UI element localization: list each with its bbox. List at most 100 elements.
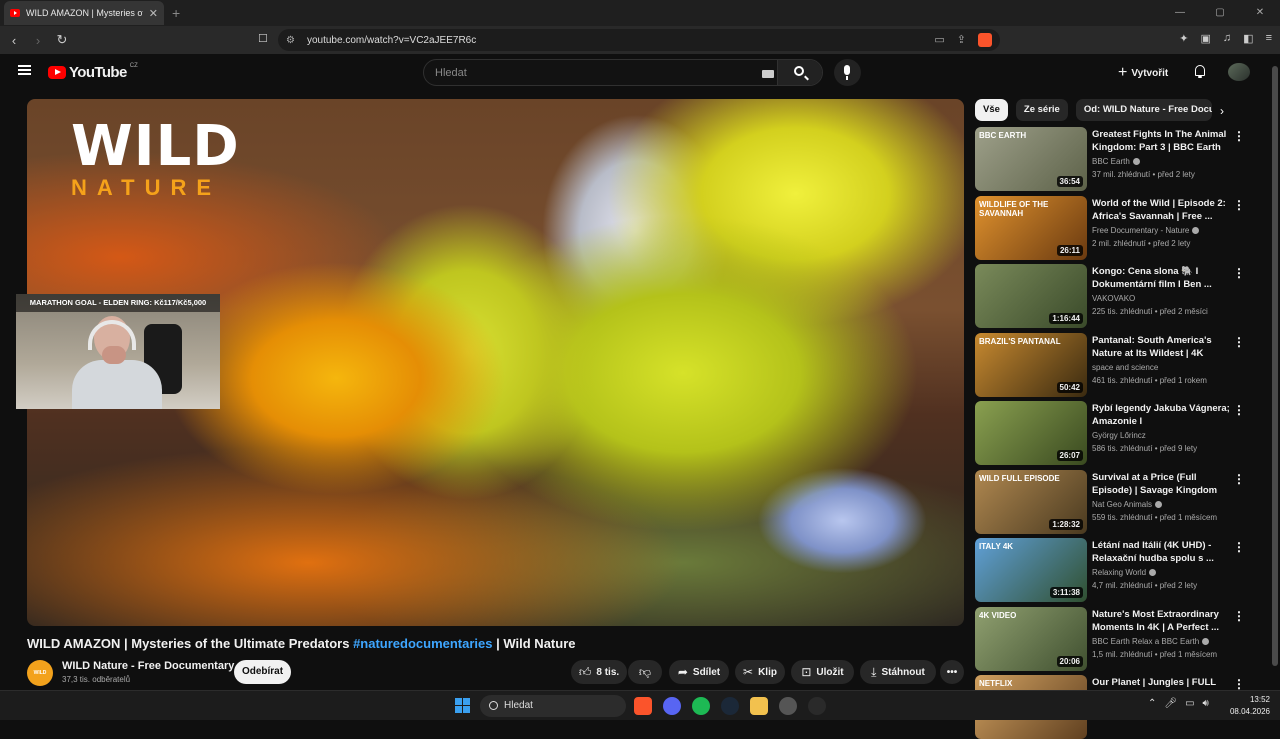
browser-menu-icon[interactable]: ≡	[1266, 32, 1272, 45]
video-thumbnail[interactable]: WILDLIFE OF THE SAVANNAH 26:11	[975, 195, 1087, 260]
recommendation-channel[interactable]: BBC Earth Relax a BBC Earth	[1092, 637, 1210, 646]
brave-app-icon[interactable]	[634, 697, 652, 715]
avatar[interactable]	[1228, 63, 1250, 81]
steam-app-icon[interactable]	[721, 697, 739, 715]
video-thumbnail[interactable]: BBC EARTH 36:54	[975, 127, 1087, 191]
new-tab-button[interactable]: +	[172, 5, 180, 21]
recommendation-item[interactable]: WILD FULL EPISODE 1:28:32 Survival at a Pr…	[975, 469, 1255, 534]
share-button[interactable]: ➦ Sdílet	[669, 660, 729, 684]
notifications-icon[interactable]	[1193, 64, 1207, 78]
chip-from-channel[interactable]: Od: WILD Nature - Free Documentary	[1075, 99, 1212, 121]
page-scrollbar[interactable]	[1270, 54, 1280, 690]
more-options-icon[interactable]: ⋮	[1233, 266, 1245, 280]
more-options-icon[interactable]: ⋮	[1233, 540, 1245, 554]
maximize-icon[interactable]: ▢	[1200, 0, 1240, 26]
save-button[interactable]: ⊡ Uložit	[791, 660, 854, 684]
volume-icon[interactable]: 🔊︎	[1203, 698, 1209, 709]
more-options-icon[interactable]: ⋮	[1233, 403, 1245, 417]
more-actions-button[interactable]: •••	[940, 660, 964, 684]
browser-tab[interactable]: WILD AMAZON | Mysteries of the ✕	[4, 1, 164, 25]
search-input[interactable]: Hledat	[435, 67, 467, 79]
recommendation-title[interactable]: Kongo: Cena slona 🐘 I Dokumentární film …	[1092, 265, 1230, 291]
recommendation-title[interactable]: Greatest Fights In The Animal Kingdom: P…	[1092, 128, 1230, 154]
video-thumbnail[interactable]: 1:16:44	[975, 264, 1087, 328]
keyboard-icon[interactable]	[762, 70, 774, 78]
recommendation-title[interactable]: Nature's Most Extraordinary Moments In 4…	[1092, 608, 1230, 634]
youtube-logo[interactable]: YouTube CZ	[48, 63, 138, 81]
recommendation-item[interactable]: WILDLIFE OF THE SAVANNAH 26:11 World of th…	[975, 195, 1255, 260]
recommendation-item[interactable]: 26:07 Rybí legendy Jakuba Vágnera; Amazon…	[975, 401, 1255, 465]
channel-name[interactable]: WILD Nature - Free Documentary	[62, 660, 234, 672]
minimize-icon[interactable]: —	[1160, 0, 1200, 26]
recommendation-item[interactable]: BRAZIL'S PANTANAL 50:42 Pantanal: South Am…	[975, 332, 1255, 397]
recommendation-channel[interactable]: space and science	[1092, 363, 1158, 372]
search-box[interactable]: Hledat	[423, 59, 823, 86]
recommendation-title[interactable]: Our Planet | Jungles | FULL	[1092, 676, 1230, 689]
chevron-right-icon[interactable]: ›	[1220, 104, 1224, 118]
recommendation-channel[interactable]: VAKOVAKO	[1092, 294, 1135, 303]
more-options-icon[interactable]: ⋮	[1233, 335, 1245, 349]
obs-app-icon[interactable]	[779, 697, 797, 715]
more-options-icon[interactable]: ⋮	[1233, 609, 1245, 623]
sidebar-icon[interactable]: ◧	[1243, 32, 1253, 45]
chip-series[interactable]: Ze série	[1015, 99, 1068, 121]
url-field[interactable]: ⚙ youtube.com/watch?v=VC2aJEE7R6c ▭ ⇪	[278, 29, 1000, 51]
discord-app-icon[interactable]	[663, 697, 681, 715]
taskbar-clock[interactable]: 13:52 08.04.2026	[1226, 694, 1270, 718]
wallet-icon[interactable]: ▣	[1201, 32, 1211, 45]
recommendation-title[interactable]: Rybí legendy Jakuba Vágnera; Amazonie I	[1092, 402, 1230, 428]
more-options-icon[interactable]: ⋮	[1233, 198, 1245, 212]
recommendation-channel[interactable]: BBC Earth	[1092, 157, 1140, 166]
cast-icon[interactable]: ▭	[934, 33, 944, 47]
site-info-icon[interactable]: ⚙	[286, 35, 295, 46]
back-icon[interactable]: ‹	[4, 33, 24, 48]
recommendation-channel[interactable]: György Lőrincz	[1092, 431, 1146, 440]
bookmark-icon[interactable]: ☐	[258, 32, 268, 45]
media-icon[interactable]: ♫	[1223, 32, 1231, 45]
share-page-icon[interactable]: ⇪	[957, 33, 966, 47]
subscribe-button[interactable]: Odebírat	[234, 660, 291, 684]
create-button[interactable]: + Vytvořit	[1118, 64, 1168, 82]
recommendation-item[interactable]: 4K VIDEO 20:06 Nature's Most Extraordinary…	[975, 606, 1255, 671]
windows-start-icon[interactable]	[455, 698, 470, 713]
download-button[interactable]: ⤓ Stáhnout	[860, 660, 936, 684]
forward-icon[interactable]: ›	[28, 33, 48, 48]
microphone-icon[interactable]: 🎤︎	[1164, 698, 1177, 709]
recommendation-title[interactable]: World of the Wild | Episode 2: Africa's …	[1092, 197, 1230, 223]
tray-chevron-icon[interactable]: ⌃	[1148, 698, 1156, 709]
recommendation-channel[interactable]: Free Documentary - Nature	[1092, 226, 1200, 235]
dislike-button[interactable]: 👎︎	[628, 660, 662, 684]
close-window-icon[interactable]: ✕	[1240, 0, 1280, 26]
recommendation-title[interactable]: Survival at a Price (Full Episode) | Sav…	[1092, 471, 1230, 498]
taskbar-search[interactable]: Hledat	[480, 695, 626, 717]
like-button[interactable]: 👍︎ 8 tis.	[571, 660, 627, 684]
chip-all[interactable]: Vše	[975, 99, 1008, 121]
extensions-icon[interactable]: ✦	[1179, 32, 1188, 45]
recommendation-item[interactable]: BBC EARTH 36:54 Greatest Fights In The Ani…	[975, 127, 1255, 191]
recommendation-title[interactable]: Pantanal: South America's Nature at Its …	[1092, 334, 1230, 361]
video-thumbnail[interactable]: 4K VIDEO 20:06	[975, 606, 1087, 671]
recommendation-channel[interactable]: Relaxing World	[1092, 568, 1157, 577]
close-tab-icon[interactable]: ✕	[149, 7, 158, 20]
channel-avatar[interactable]: WILD NATURE	[27, 660, 53, 702]
network-icon[interactable]: ▭	[1185, 698, 1194, 709]
video-thumbnail[interactable]: ITALY 4K 3:11:38	[975, 538, 1087, 602]
reload-icon[interactable]: ↻	[52, 32, 72, 48]
hamburger-menu-icon[interactable]	[18, 65, 31, 75]
search-button[interactable]	[777, 60, 822, 85]
more-options-icon[interactable]: ⋮	[1233, 677, 1245, 691]
recommendation-channel[interactable]: Nat Geo Animals	[1092, 500, 1163, 509]
hashtag-link[interactable]: #naturedocumentaries	[353, 636, 492, 651]
file-explorer-icon[interactable]	[750, 697, 768, 715]
video-thumbnail[interactable]: WILD FULL EPISODE 1:28:32	[975, 469, 1087, 534]
voice-search-icon[interactable]	[834, 59, 861, 86]
app-icon[interactable]	[808, 697, 826, 715]
video-thumbnail[interactable]: BRAZIL'S PANTANAL 50:42	[975, 332, 1087, 397]
recommendation-item[interactable]: ITALY 4K 3:11:38 Létání nad Itálií (4K UHD…	[975, 538, 1255, 602]
video-thumbnail[interactable]: 26:07	[975, 401, 1087, 465]
clip-button[interactable]: ✂ Klip	[735, 660, 785, 684]
more-options-icon[interactable]: ⋮	[1233, 129, 1245, 143]
scrollbar-thumb[interactable]	[1272, 66, 1278, 666]
more-options-icon[interactable]: ⋮	[1233, 472, 1245, 486]
recommendation-item[interactable]: 1:16:44 Kongo: Cena slona 🐘 I Dokumentárn…	[975, 264, 1255, 328]
